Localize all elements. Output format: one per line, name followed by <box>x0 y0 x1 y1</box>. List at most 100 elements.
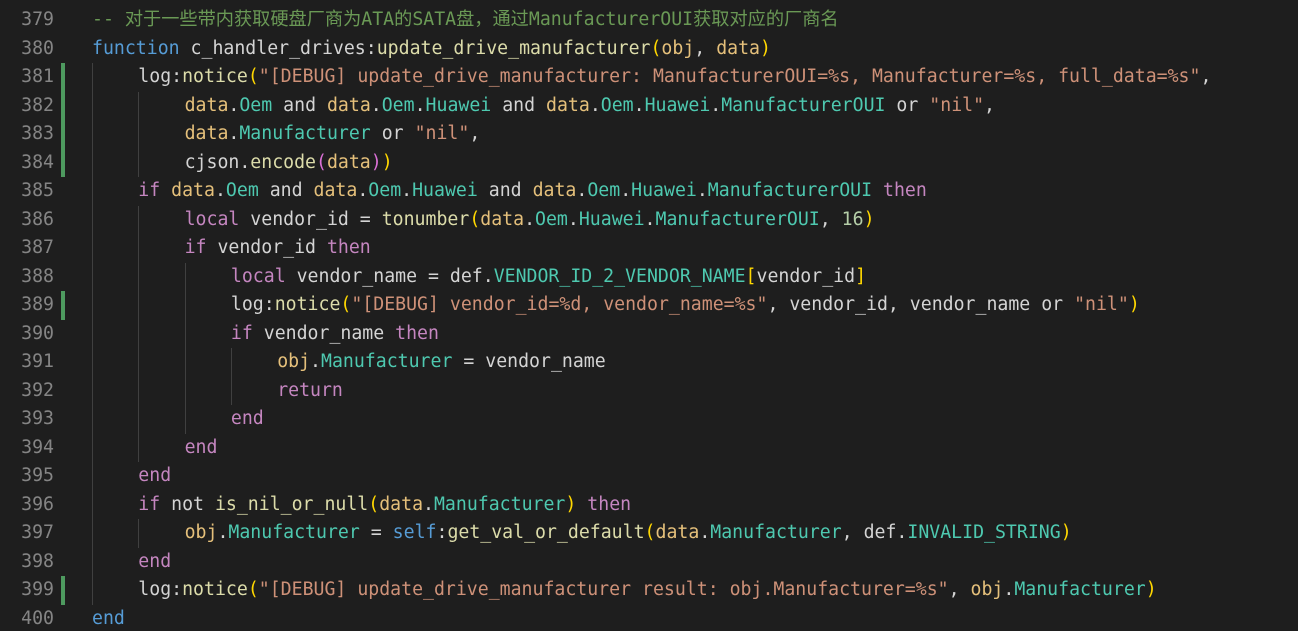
code-token: return <box>277 379 343 401</box>
code-line[interactable]: 379 -- 对于一些带内获取硬盘厂商为ATA的SATA盘，通过Manufactu… <box>0 6 1298 35</box>
code-token: , <box>694 37 717 59</box>
code-token: log: <box>230 294 275 315</box>
code-text: if data.Oem and data.Oem.Huawei and data… <box>138 177 927 206</box>
code-token: . <box>567 208 579 230</box>
code-line[interactable]: 384 cjson.encode(data)) <box>0 148 1298 177</box>
code-token: get_val_or_default <box>447 522 645 543</box>
code-token: Huawei <box>631 180 697 201</box>
modified-line-marker[interactable] <box>61 63 65 92</box>
code-token: self <box>392 522 437 543</box>
code-text: log:notice("[DEBUG] update_drive_manufac… <box>138 576 1156 605</box>
code-token: then <box>587 493 632 515</box>
code-token: = <box>359 522 393 543</box>
code-line[interactable]: 387 if vendor_id then <box>0 234 1298 263</box>
indent-guide <box>138 234 140 263</box>
code-token: . <box>370 94 382 116</box>
code-token: then <box>326 237 371 258</box>
code-token: . <box>633 94 645 116</box>
indent-guide <box>138 433 140 462</box>
code-token: update_drive_manufacturer <box>376 37 651 59</box>
line-number: 384 <box>21 151 54 173</box>
code-line[interactable]: 391 obj.Manufacturer = vendor_name <box>0 348 1298 377</box>
code-line[interactable]: 381 log:notice("[DEBUG] update_drive_manu… <box>0 63 1298 92</box>
code-token: Huawei <box>412 180 478 201</box>
code-line[interactable]: 400 end <box>0 605 1298 631</box>
code-token: . <box>710 94 722 116</box>
code-token: Manufacturer <box>433 493 566 515</box>
indent-guide <box>184 291 186 320</box>
code-token: tonumber <box>381 208 470 230</box>
indent-guide <box>92 433 93 462</box>
indent-guide <box>92 348 93 377</box>
modified-line-marker[interactable] <box>61 148 65 177</box>
code-text: if vendor_name then <box>231 320 439 349</box>
code-token: Oem <box>225 180 259 201</box>
modified-line-marker[interactable] <box>61 291 65 320</box>
code-token: obj <box>661 37 695 59</box>
modified-line-marker[interactable] <box>61 120 65 149</box>
code-token: . <box>1003 579 1015 600</box>
code-token: and <box>258 180 314 201</box>
code-token: vendor_id <box>756 265 856 287</box>
code-token: . <box>217 522 229 543</box>
indent-guide <box>92 405 93 434</box>
code-token: not <box>160 493 215 515</box>
code-token: obj <box>970 579 1004 600</box>
code-token: , <box>819 208 842 230</box>
code-line[interactable]: 397 obj.Manufacturer = self:get_val_or_de… <box>0 519 1298 548</box>
code-token: ) <box>370 151 382 173</box>
code-token: . <box>696 180 708 201</box>
code-text: log:notice("[DEBUG] update_drive_manufac… <box>138 63 1211 92</box>
code-line[interactable]: 395 end <box>0 462 1298 491</box>
code-token: data <box>184 94 229 116</box>
code-line[interactable]: 390 if vendor_name then <box>0 319 1298 349</box>
modified-line-marker[interactable] <box>61 91 65 120</box>
indent-guide <box>184 348 186 377</box>
code-line[interactable]: 392 return <box>0 376 1298 405</box>
indent-guide <box>138 519 140 548</box>
code-line[interactable]: 385 if data.Oem and data.Oem.Huawei and d… <box>0 177 1298 206</box>
code-line[interactable]: 396 if not is_nil_or_null(data.Manufactur… <box>0 490 1298 519</box>
code-line[interactable]: 388 local vendor_name = def.VENDOR_ID_2_V… <box>0 262 1298 291</box>
code-token: and <box>477 180 533 201</box>
code-token: notice <box>182 66 248 87</box>
code-token: Oem <box>239 94 273 116</box>
indent-guide <box>92 91 93 120</box>
line-number: 398 <box>21 550 54 572</box>
code-line[interactable]: 393 end <box>0 405 1298 434</box>
code-token: or <box>885 94 930 116</box>
code-line[interactable]: 399 log:notice("[DEBUG] update_drive_manu… <box>0 576 1298 605</box>
indent-guide <box>184 262 186 291</box>
code-editor[interactable]: 379 -- 对于一些带内获取硬盘厂商为ATA的SATA盘，通过Manufactu… <box>0 0 1298 631</box>
code-token: end <box>138 465 172 486</box>
code-line[interactable]: 394 end <box>0 433 1298 462</box>
code-line[interactable]: 386 local vendor_id = tonumber(data.Oem.H… <box>0 205 1298 234</box>
indent-guide <box>230 376 232 405</box>
code-token: ] <box>855 265 867 287</box>
code-line[interactable]: 382 data.Oem and data.Oem.Huawei and data… <box>0 91 1298 120</box>
code-token: . <box>620 180 632 201</box>
code-line[interactable]: 398 end <box>0 547 1298 576</box>
modified-line-marker[interactable] <box>61 576 65 605</box>
indent-guide <box>92 177 93 206</box>
code-token: ) <box>1128 294 1140 315</box>
indent-guide <box>138 205 140 234</box>
code-line[interactable]: 380 function c_handler_drives:update_driv… <box>0 35 1298 64</box>
code-line[interactable]: 389 log:notice("[DEBUG] vendor_id=%d, ven… <box>0 291 1298 320</box>
code-token: cjson. <box>184 151 251 173</box>
code-token: ) <box>760 37 771 59</box>
code-token: end <box>230 408 264 429</box>
line-number: 380 <box>21 37 54 59</box>
code-token: ( <box>650 37 662 59</box>
code-token: . <box>576 180 588 201</box>
line-number: 399 <box>21 579 54 600</box>
code-token: encode <box>250 151 316 173</box>
code-token: end <box>138 550 172 572</box>
line-number: 379 <box>21 9 54 30</box>
code-token: "nil" <box>1074 294 1129 315</box>
code-line[interactable]: 383 data.Manufacturer or "nil", <box>0 120 1298 149</box>
code-token: Oem <box>381 94 415 116</box>
indent-guide <box>92 63 93 92</box>
